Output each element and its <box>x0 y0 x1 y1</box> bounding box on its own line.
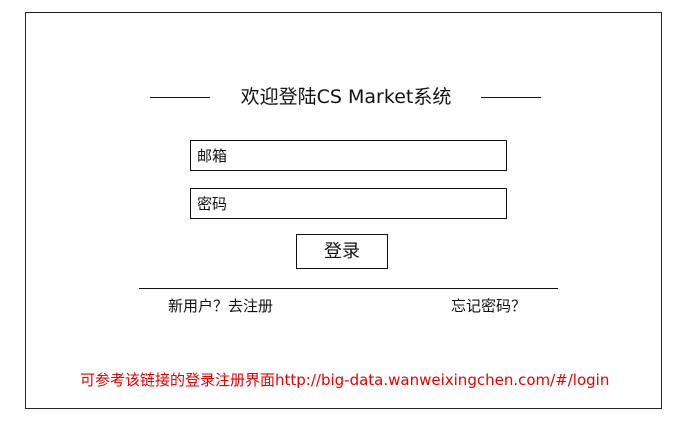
forgot-password-link[interactable]: 忘记密码？ <box>451 296 526 316</box>
email-field[interactable] <box>190 140 507 171</box>
register-link[interactable]: 新用户？去注册 <box>168 296 273 316</box>
page-title: 欢迎登陆CS Market系统 <box>240 86 452 108</box>
title-divider-right <box>481 97 541 98</box>
reference-note: 可参考该链接的登录注册界面http://big-data.wanweixingc… <box>80 371 610 389</box>
title-row: 欢迎登陆CS Market系统 <box>150 84 541 110</box>
form-divider <box>139 288 558 289</box>
password-field[interactable] <box>190 188 507 219</box>
login-button[interactable]: 登录 <box>296 234 388 269</box>
title-divider-left <box>150 97 210 98</box>
